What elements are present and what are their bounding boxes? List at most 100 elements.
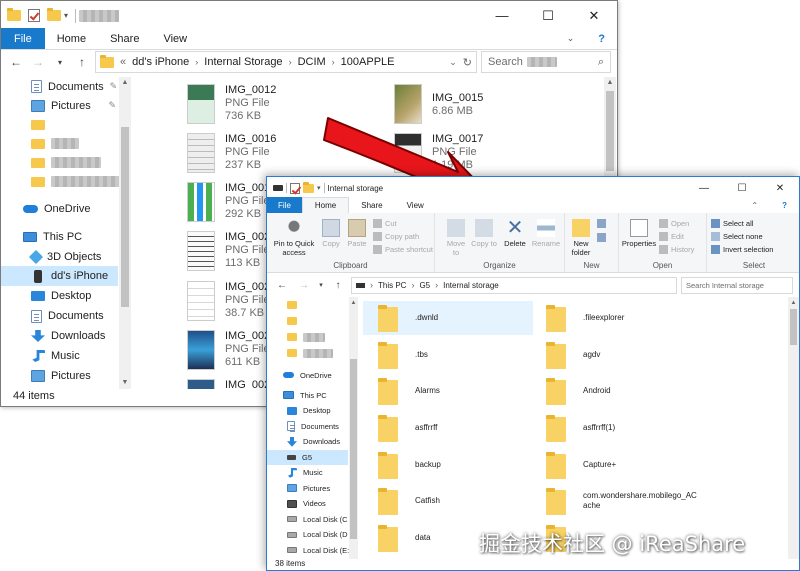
breadcrumb-chevron-icon[interactable]: › [411, 280, 414, 290]
tab-share[interactable]: Share [349, 197, 394, 213]
file-tile-img-0016[interactable]: IMG_0016 PNG File 237 KB [187, 133, 276, 173]
tab-home[interactable]: Home [301, 197, 350, 214]
breadcrumb-chevron-icon[interactable]: › [195, 57, 198, 67]
nav-quick-blurred-2[interactable] [267, 313, 348, 329]
folder-tile[interactable]: backup [363, 448, 533, 482]
open-button[interactable]: Open [659, 219, 689, 228]
breadcrumb-chevron-icon[interactable]: › [289, 57, 292, 67]
address-dropdown-icon[interactable]: ⌄ [449, 57, 457, 68]
scroll-up-icon[interactable]: ▲ [119, 77, 131, 89]
pin-quick-access-button[interactable]: Pin to Quick access [270, 219, 318, 257]
search-icon[interactable]: ⌕ [598, 56, 604, 69]
scroll-up-icon[interactable]: ▲ [349, 297, 358, 309]
new-folder-icon[interactable] [303, 181, 314, 193]
nav-downloads[interactable]: Downloads [267, 434, 348, 450]
edit-button[interactable]: Edit [659, 232, 684, 241]
scroll-thumb[interactable] [790, 309, 797, 345]
customize-dropdown-icon[interactable]: ▾ [317, 184, 321, 192]
ribbon-collapse-icon[interactable]: ⌃ [739, 197, 770, 213]
back-button[interactable]: ← [273, 280, 291, 291]
nav-quick-blurred-1[interactable] [1, 115, 130, 134]
file-tile-img-0018[interactable]: IMG_0018 PNG File 292 KB [187, 182, 276, 222]
help-icon[interactable]: ? [770, 197, 799, 213]
close-button[interactable]: ✕ [761, 177, 799, 199]
breadcrumb-chevron-icon[interactable]: › [370, 280, 373, 290]
breadcrumb-0[interactable]: dd's iPhone [132, 56, 189, 68]
minimize-button[interactable]: — [685, 177, 723, 199]
nav-quick-documents[interactable]: Documents ✎ [1, 77, 130, 96]
tab-file[interactable]: File [1, 28, 45, 49]
history-button[interactable]: History [659, 245, 694, 254]
nav-quick-blurred-4[interactable] [267, 345, 348, 361]
folder-tile[interactable]: .fileexplorer [531, 301, 701, 335]
nav-quick-blurred-2[interactable] [1, 134, 130, 153]
breadcrumb-chevron-icon[interactable]: › [332, 57, 335, 67]
cut-button[interactable]: Cut [373, 219, 397, 228]
content-scrollbar[interactable]: ▲ [788, 297, 799, 559]
nav-videos[interactable]: Videos [267, 496, 348, 512]
scroll-thumb[interactable] [121, 127, 129, 307]
move-to-button[interactable]: Move to [443, 219, 469, 257]
nav-desktop[interactable]: Desktop [267, 403, 348, 419]
new-item-button[interactable] [597, 219, 606, 228]
folder-tile[interactable]: agdv [531, 338, 701, 372]
maximize-button[interactable]: ☐ [525, 1, 571, 30]
properties-check-icon[interactable] [290, 182, 300, 194]
select-all-button[interactable]: Select all [711, 219, 753, 228]
nav-quick-blurred-1[interactable] [267, 297, 348, 313]
nav-downloads[interactable]: Downloads [1, 326, 130, 346]
nav-iphone[interactable]: dd's iPhone [1, 266, 118, 286]
customize-dropdown-icon[interactable]: ▾ [64, 11, 68, 20]
nav-onedrive[interactable]: OneDrive [267, 367, 348, 383]
search-input[interactable]: Search [488, 56, 523, 68]
nav-pictures[interactable]: Pictures [1, 366, 130, 386]
tab-view[interactable]: View [395, 197, 436, 213]
ribbon-expand-icon[interactable]: ⌄ [555, 28, 587, 49]
search-input[interactable]: Search Internal storage [686, 281, 764, 290]
invert-selection-button[interactable]: Invert selection [711, 245, 773, 254]
nav-scrollbar[interactable]: ▲ [349, 297, 358, 559]
minimize-button[interactable]: — [479, 1, 525, 30]
properties-check-icon[interactable] [28, 9, 40, 22]
breadcrumb-2[interactable]: DCIM [298, 56, 326, 68]
refresh-icon[interactable]: ↻ [463, 56, 472, 69]
folder-tile[interactable]: Capture+ [531, 448, 701, 482]
folder-tile[interactable]: asffrrff(1) [531, 411, 701, 445]
breadcrumb-chevron-icon[interactable]: › [435, 280, 438, 290]
nav-documents[interactable]: Documents [267, 419, 348, 435]
nav-desktop[interactable]: Desktop [1, 286, 130, 306]
recent-locations-button[interactable]: ▾ [51, 58, 69, 67]
maximize-button[interactable]: ☐ [723, 177, 761, 199]
up-button[interactable]: ↑ [329, 280, 347, 291]
paste-shortcut-button[interactable]: Paste shortcut [373, 245, 433, 254]
search-box[interactable]: Search Internal storage [681, 276, 793, 294]
breadcrumb-2[interactable]: Internal storage [443, 281, 499, 290]
scroll-up-icon[interactable]: ▲ [604, 77, 616, 89]
breadcrumb-1[interactable]: G5 [419, 281, 430, 290]
scroll-thumb[interactable] [350, 359, 357, 539]
back-button[interactable]: ← [7, 55, 25, 69]
address-bar[interactable]: « dd's iPhone › Internal Storage › DCIM … [95, 51, 477, 73]
select-none-button[interactable]: Select none [711, 232, 763, 241]
folder-tile[interactable]: Android [531, 374, 701, 408]
nav-music[interactable]: Music [1, 346, 130, 366]
nav-g5[interactable]: G5 [267, 449, 348, 465]
easy-access-button[interactable] [597, 233, 606, 242]
copy-to-button[interactable]: Copy to [471, 219, 497, 248]
breadcrumb-overflow[interactable]: « [120, 56, 126, 68]
tab-file[interactable]: File [267, 197, 302, 213]
search-box[interactable]: Search ⌕ [481, 51, 611, 73]
scroll-thumb[interactable] [606, 91, 614, 171]
up-button[interactable]: ↑ [73, 55, 91, 69]
recent-locations-button[interactable]: ▾ [317, 281, 325, 289]
breadcrumb-1[interactable]: Internal Storage [204, 56, 282, 68]
nav-quick-blurred-3[interactable] [1, 153, 130, 172]
nav-quick-pictures[interactable]: Pictures ✎ [1, 96, 130, 115]
new-folder-icon[interactable] [47, 8, 61, 21]
nav-this-pc[interactable]: This PC [267, 387, 348, 403]
folder-tile[interactable]: asffrrff [363, 411, 533, 445]
forward-button[interactable]: → [295, 280, 313, 291]
nav-onedrive[interactable]: OneDrive [1, 199, 130, 219]
nav-scrollbar[interactable]: ▲ ▼ [119, 77, 131, 389]
tab-home[interactable]: Home [45, 28, 98, 49]
